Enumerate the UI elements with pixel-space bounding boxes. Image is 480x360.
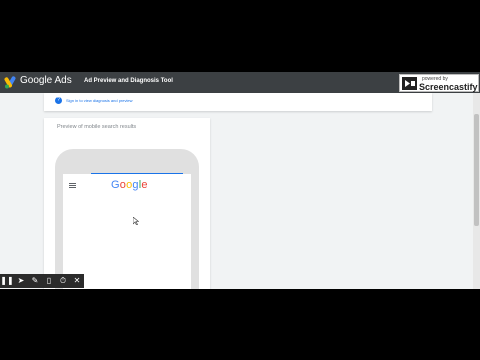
google-logo-letter: e (141, 179, 148, 191)
tool-title: Ad Preview and Diagnosis Tool (84, 78, 173, 84)
screencastify-watermark: powered by Screencastify (399, 74, 479, 92)
pen-icon[interactable]: ✎ (28, 274, 42, 288)
scrollbar-thumb[interactable] (474, 114, 479, 226)
app-header: Google Ads Ad Preview and Diagnosis Tool… (0, 72, 480, 93)
recorder-toolbar: ❚❚ ➤ ✎ ▯ ⏱ ✕ (0, 274, 84, 288)
google-logo: Google (111, 179, 148, 191)
browser-viewport: Google Ads Ad Preview and Diagnosis Tool… (0, 72, 480, 289)
eraser-icon[interactable]: ▯ (42, 274, 56, 288)
timer-icon[interactable]: ⏱ (56, 274, 70, 288)
screencastify-name: Screencastify (419, 82, 478, 92)
pause-icon[interactable]: ❚❚ (0, 274, 14, 288)
info-icon: ? (55, 97, 62, 104)
cursor-icon[interactable]: ➤ (14, 274, 28, 288)
screencastify-logo-icon (402, 77, 417, 90)
google-logo-letter: G (111, 179, 120, 191)
google-ads-logo-icon (4, 76, 16, 89)
signin-link[interactable]: Sign in to view diagnosis and preview (66, 98, 132, 103)
preview-label: Preview of mobile search results (57, 124, 137, 130)
close-icon[interactable]: ✕ (70, 274, 84, 288)
phone-frame: Google (55, 149, 199, 289)
brand-name: Google Ads (20, 75, 72, 86)
menu-icon[interactable] (69, 183, 76, 188)
mouse-cursor-icon (133, 217, 139, 225)
phone-screen: Google (63, 174, 191, 289)
signin-banner: ? Sign in to view diagnosis and preview (44, 93, 432, 111)
preview-card: Preview of mobile search results Google (44, 118, 210, 289)
